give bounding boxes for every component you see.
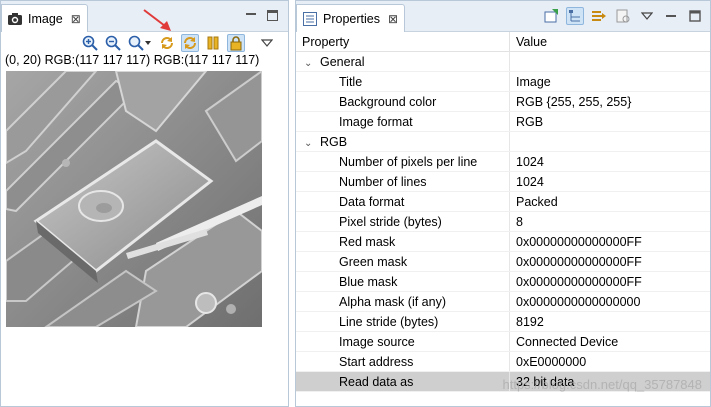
category-row[interactable]: ⌄ General (296, 52, 710, 72)
property-value[interactable]: Connected Device (510, 332, 710, 351)
property-name: Number of pixels per line (296, 152, 510, 171)
property-name: Green mask (296, 252, 510, 271)
tab-image-label: Image (28, 11, 63, 26)
property-name: Title (296, 72, 510, 91)
pin-to-selection-icon[interactable] (542, 7, 560, 25)
column-header-value[interactable]: Value (510, 32, 710, 51)
table-row[interactable]: Number of pixels per line 1024 (296, 152, 710, 172)
watermark-text: https://blog.csdn.net/qq_35787848 (502, 377, 703, 392)
chevron-down-icon[interactable]: ⌄ (304, 134, 314, 151)
zoom-fit-icon[interactable] (127, 34, 153, 52)
property-name: Image source (296, 332, 510, 351)
property-value[interactable]: RGB {255, 255, 255} (510, 92, 710, 111)
pause-icon[interactable] (204, 34, 222, 52)
properties-toolbar (542, 7, 704, 25)
property-value[interactable]: 0x00000000000000FF (510, 252, 710, 271)
property-value[interactable]: 8192 (510, 312, 710, 331)
property-value[interactable]: 0x00000000000000FF (510, 272, 710, 291)
property-name: Blue mask (296, 272, 510, 291)
zoom-out-icon[interactable] (104, 34, 122, 52)
maximize-icon[interactable] (267, 10, 278, 21)
table-row[interactable]: Green mask 0x00000000000000FF (296, 252, 710, 272)
tab-image[interactable]: Image ⊠ (1, 4, 88, 32)
micrograph-image (6, 71, 262, 327)
zoom-in-icon[interactable] (81, 34, 99, 52)
properties-view: Properties ⊠ Property Value ⌄ General Ti… (295, 0, 711, 407)
minimize-icon[interactable] (244, 9, 258, 23)
restore-default-icon[interactable] (614, 7, 632, 25)
tab-properties[interactable]: Properties ⊠ (296, 4, 406, 32)
properties-view-header: Properties ⊠ (296, 1, 710, 32)
show-categories-icon[interactable] (566, 7, 584, 25)
view-menu-icon[interactable] (638, 7, 656, 25)
property-value[interactable]: 0xE0000000 (510, 352, 710, 371)
property-value[interactable]: Packed (510, 192, 710, 211)
chevron-down-icon[interactable]: ⌄ (304, 54, 314, 71)
table-row[interactable]: Blue mask 0x00000000000000FF (296, 272, 710, 292)
image-toolbar (81, 32, 276, 54)
auto-refresh-icon[interactable] (181, 34, 199, 52)
image-view: Image ⊠ (0, 20) RGB:(117 117 117) RGB:(1… (0, 0, 289, 407)
table-row[interactable]: Data format Packed (296, 192, 710, 212)
refresh-icon[interactable] (158, 34, 176, 52)
table-row[interactable]: Image source Connected Device (296, 332, 710, 352)
annotation-arrow-icon (143, 9, 171, 31)
property-value[interactable]: 1024 (510, 172, 710, 191)
property-value[interactable]: 1024 (510, 152, 710, 171)
property-value[interactable]: 0x00000000000000FF (510, 232, 710, 251)
table-row[interactable]: Number of lines 1024 (296, 172, 710, 192)
table-row[interactable]: Start address 0xE0000000 (296, 352, 710, 372)
show-advanced-icon[interactable] (590, 7, 608, 25)
maximize-icon[interactable] (686, 7, 704, 25)
property-name: Read data as (296, 372, 510, 391)
property-name: Line stride (bytes) (296, 312, 510, 331)
table-row[interactable]: Background color RGB {255, 255, 255} (296, 92, 710, 112)
table-header: Property Value (296, 32, 710, 52)
view-menu-icon[interactable] (258, 34, 276, 52)
table-row[interactable]: Image format RGB (296, 112, 710, 132)
category-label: RGB (320, 135, 348, 149)
property-name: Image format (296, 112, 510, 131)
property-value[interactable]: RGB (510, 112, 710, 131)
table-row[interactable]: Line stride (bytes) 8192 (296, 312, 710, 332)
close-icon[interactable]: ⊠ (71, 12, 81, 26)
table-row[interactable]: Red mask 0x00000000000000FF (296, 232, 710, 252)
table-body: ⌄ General Title Image Background color RGB {2… (296, 52, 710, 392)
property-name: Pixel stride (bytes) (296, 212, 510, 231)
pixel-status-text: (0, 20) RGB:(117 117 117) RGB:(117 117 1… (5, 53, 260, 67)
property-name: Data format (296, 192, 510, 211)
property-value[interactable]: 8 (510, 212, 710, 231)
property-name: Red mask (296, 232, 510, 251)
property-name: Start address (296, 352, 510, 371)
properties-icon (303, 11, 317, 26)
category-label: General (320, 55, 365, 69)
property-name: Alpha mask (if any) (296, 292, 510, 311)
lock-icon[interactable] (227, 34, 245, 52)
property-value[interactable]: 0x0000000000000000 (510, 292, 710, 311)
category-row[interactable]: ⌄ RGB (296, 132, 710, 152)
tab-properties-label: Properties (323, 11, 380, 26)
close-icon[interactable]: ⊠ (388, 12, 398, 26)
property-name: Background color (296, 92, 510, 111)
camera-icon (8, 12, 22, 25)
property-name: Number of lines (296, 172, 510, 191)
property-value[interactable]: Image (510, 72, 710, 91)
minimize-icon[interactable] (662, 7, 680, 25)
column-header-property[interactable]: Property (296, 32, 510, 51)
properties-table: Property Value ⌄ General Title Image Backgro… (296, 32, 710, 406)
table-row[interactable]: Alpha mask (if any) 0x0000000000000000 (296, 292, 710, 312)
table-row[interactable]: Title Image (296, 72, 710, 92)
table-row[interactable]: Pixel stride (bytes) 8 (296, 212, 710, 232)
